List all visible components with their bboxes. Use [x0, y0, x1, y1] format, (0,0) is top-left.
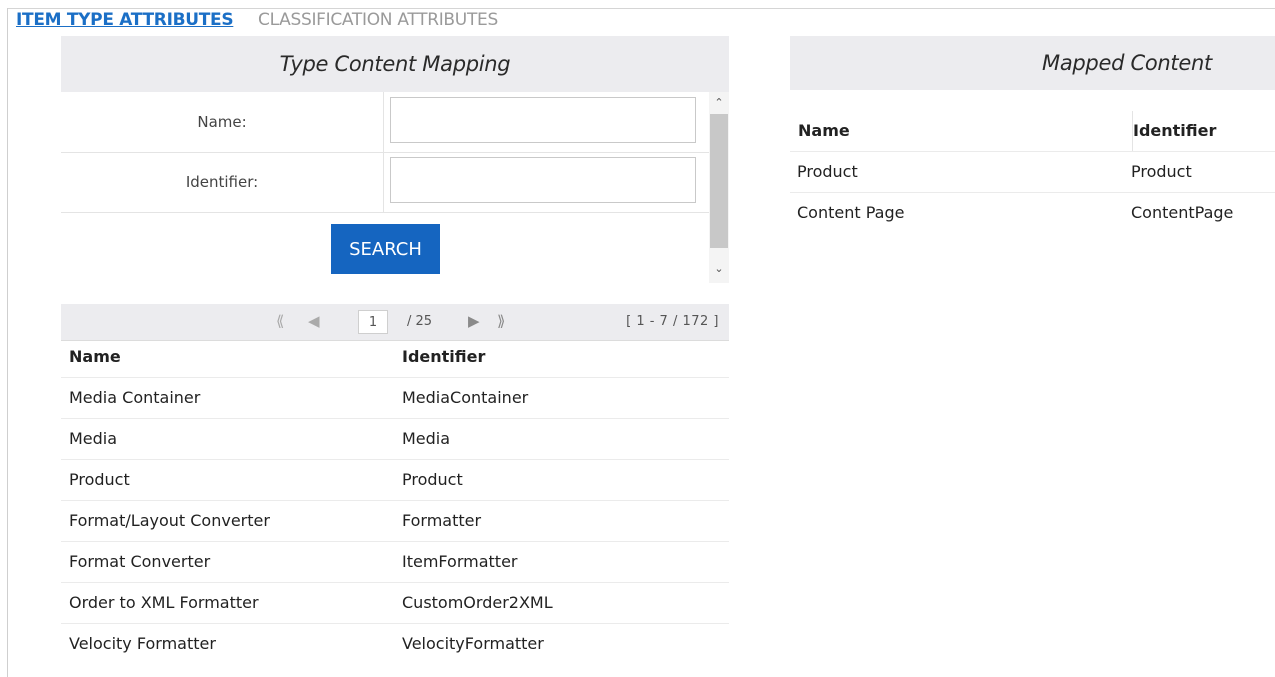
panel-title: Type Content Mapping	[279, 52, 511, 76]
page-number-input[interactable]: 1	[358, 310, 388, 334]
name-label: Name:	[61, 92, 384, 152]
record-range: [ 1 - 7 / 172 ]	[626, 314, 719, 329]
row-identifier: MediaContainer	[402, 388, 529, 407]
column-header-name[interactable]: Name	[798, 111, 850, 151]
table-row[interactable]: Media Media	[61, 419, 729, 460]
type-content-mapping-header: Type Content Mapping	[61, 36, 729, 92]
frame-border	[7, 8, 8, 677]
row-name: Order to XML Formatter	[69, 593, 259, 612]
row-name: Media Container	[69, 388, 201, 407]
row-identifier: Product	[1131, 162, 1192, 181]
row-identifier: Media	[402, 429, 451, 448]
table-row[interactable]: Product Product	[61, 460, 729, 501]
column-header-identifier[interactable]: Identifier	[402, 337, 485, 377]
panel-title: Mapped Content	[1042, 51, 1212, 75]
tab-classification-attributes[interactable]: CLASSIFICATION ATTRIBUTES	[258, 10, 498, 30]
row-name: Velocity Formatter	[69, 634, 216, 653]
identifier-form-row: Identifier:	[61, 152, 709, 213]
scroll-down-icon[interactable]: ⌄	[709, 260, 729, 278]
scroll-up-icon[interactable]: ⌃	[709, 94, 729, 112]
search-button[interactable]: SEARCH	[331, 224, 440, 274]
table-row[interactable]: Format/Layout Converter Formatter	[61, 501, 729, 542]
prev-page-icon[interactable]: ◀	[308, 312, 320, 330]
table-row[interactable]: Velocity Formatter VelocityFormatter	[61, 624, 729, 664]
row-name: Media	[69, 429, 118, 448]
table-row[interactable]: Format Converter ItemFormatter	[61, 542, 729, 583]
row-name: Format Converter	[69, 552, 211, 571]
scrollbar-thumb[interactable]	[710, 114, 728, 248]
name-input[interactable]	[390, 97, 696, 143]
table-row[interactable]: Order to XML Formatter CustomOrder2XML	[61, 583, 729, 624]
row-name: Product	[69, 470, 130, 489]
row-identifier: Formatter	[402, 511, 482, 530]
row-identifier: CustomOrder2XML	[402, 593, 553, 612]
row-name: Format/Layout Converter	[69, 511, 270, 530]
column-header-identifier[interactable]: Identifier	[1132, 111, 1216, 151]
table-row[interactable]: Media Container MediaContainer	[61, 378, 729, 419]
search-form: Name: Identifier: SEARCH ⌃ ⌄	[61, 92, 729, 283]
first-page-icon[interactable]: ⟪	[276, 312, 284, 330]
row-name: Product	[797, 162, 858, 181]
table-row[interactable]: Product Product	[790, 152, 1275, 193]
identifier-label: Identifier:	[61, 152, 384, 212]
row-identifier: Product	[402, 470, 463, 489]
tab-bar: ITEM TYPE ATTRIBUTES CLASSIFICATION ATTR…	[8, 8, 1275, 33]
table-row[interactable]: Content Page ContentPage	[790, 193, 1275, 233]
identifier-input[interactable]	[390, 157, 696, 203]
last-page-icon[interactable]: ⟫	[497, 312, 505, 330]
tab-item-type-attributes[interactable]: ITEM TYPE ATTRIBUTES	[16, 10, 234, 30]
row-identifier: ContentPage	[1131, 203, 1234, 222]
form-scrollbar[interactable]: ⌃ ⌄	[709, 92, 729, 283]
table-header: Name Identifier	[790, 111, 1275, 152]
row-name: Content Page	[797, 203, 905, 222]
next-page-icon[interactable]: ▶	[468, 312, 480, 330]
table-header: Name Identifier	[61, 337, 729, 378]
row-identifier: VelocityFormatter	[402, 634, 544, 653]
row-identifier: ItemFormatter	[402, 552, 518, 571]
column-header-name[interactable]: Name	[69, 337, 121, 377]
pager: ⟪ ◀ 1 / 25 ▶ ⟫ [ 1 - 7 / 172 ]	[61, 304, 729, 341]
mapped-content-header: Mapped Content	[790, 36, 1275, 90]
name-form-row: Name:	[61, 92, 709, 153]
page-total: / 25	[407, 314, 433, 329]
